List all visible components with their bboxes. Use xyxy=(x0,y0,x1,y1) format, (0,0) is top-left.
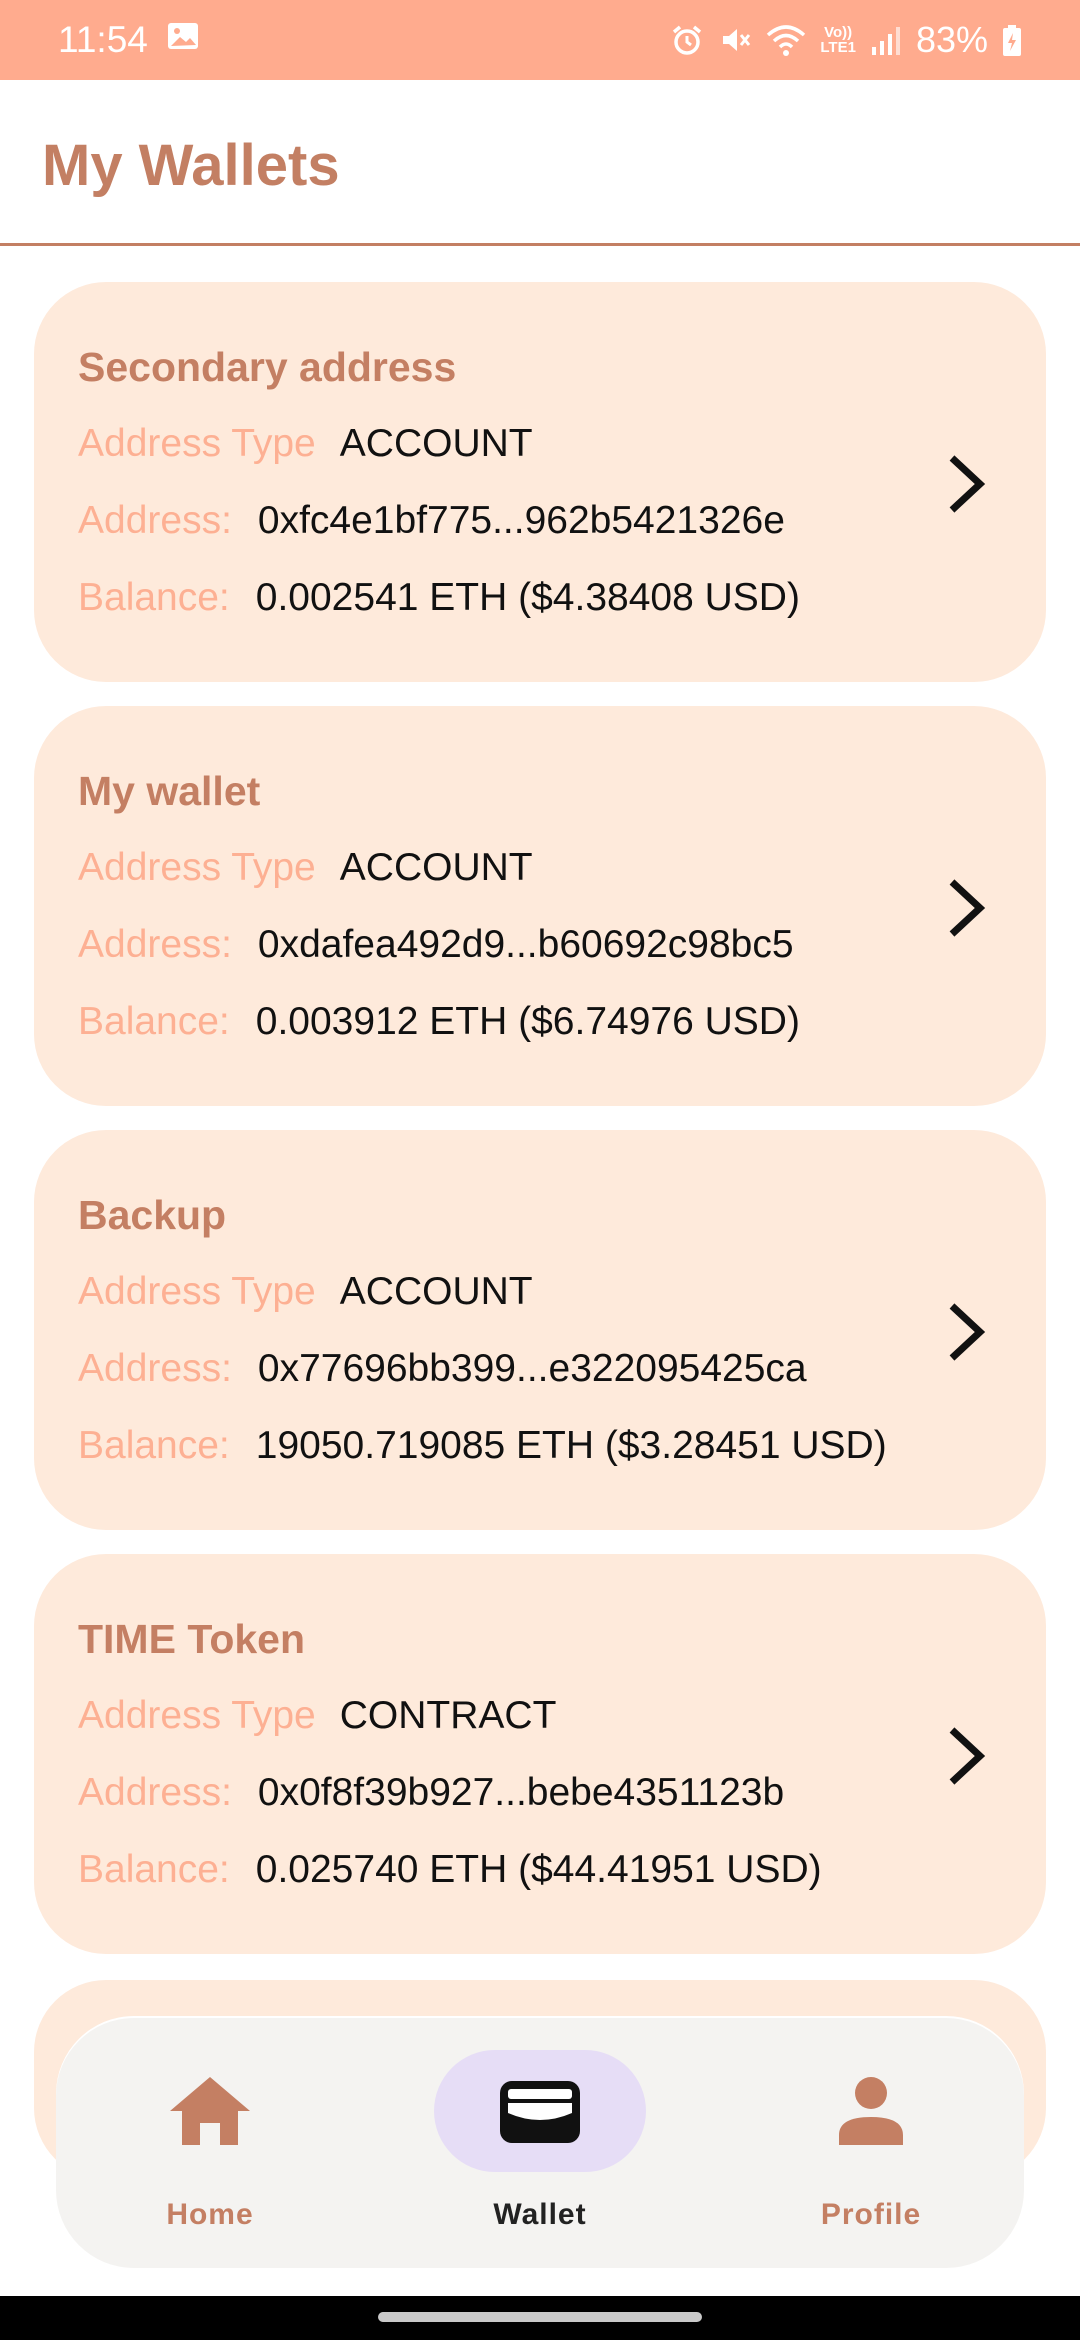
wallet-icon xyxy=(434,2050,646,2172)
address-value: 0xfc4e1bf775...962b5421326e xyxy=(257,499,785,542)
address-value: 0x0f8f39b927...bebe4351123b xyxy=(257,1771,785,1814)
battery-charging-icon xyxy=(1002,23,1022,57)
wifi-icon xyxy=(766,23,806,57)
balance-row: Balance: 0.002541 ETH ($4.38408 USD) xyxy=(78,576,800,620)
balance-value: 0.002541 ETH ($4.38408 USD) xyxy=(255,576,800,619)
chevron-right-icon[interactable] xyxy=(940,452,990,516)
person-icon xyxy=(765,2050,977,2172)
bottom-navigation: Home Wallet Profile xyxy=(56,2018,1024,2268)
nav-label-wallet: Wallet xyxy=(493,2198,587,2231)
address-label: Address: xyxy=(78,1347,232,1390)
gesture-handle[interactable] xyxy=(378,2312,702,2322)
nav-label-home: Home xyxy=(166,2198,254,2231)
balance-label: Balance: xyxy=(78,576,230,619)
nav-item-home[interactable]: Home xyxy=(95,2018,325,2268)
wallet-name: Secondary address xyxy=(78,344,457,390)
address-type-label: Address Type xyxy=(78,846,316,889)
balance-value: 19050.719085 ETH ($3.28451 USD) xyxy=(255,1424,887,1467)
address-type-value: ACCOUNT xyxy=(339,1270,533,1313)
wallet-name: Backup xyxy=(78,1192,227,1238)
nav-item-profile[interactable]: Profile xyxy=(756,2018,986,2268)
address-row: Address: 0xfc4e1bf775...962b5421326e xyxy=(78,499,785,543)
wallet-card[interactable]: TIME Token Address Type CONTRACT Address:… xyxy=(34,1554,1046,1954)
wallet-name: My wallet xyxy=(78,768,261,814)
address-type-label: Address Type xyxy=(78,1694,316,1737)
wallet-card[interactable]: Secondary address Address Type ACCOUNT Ad… xyxy=(34,282,1046,682)
wallet-name: TIME Token xyxy=(78,1616,306,1662)
network-type: Vo)) LTE1 xyxy=(820,24,856,56)
address-type-row: Address Type CONTRACT xyxy=(78,1694,556,1738)
status-time: 11:54 xyxy=(58,19,148,60)
image-icon xyxy=(166,19,200,62)
balance-row: Balance: 0.003912 ETH ($6.74976 USD) xyxy=(78,1000,800,1044)
address-row: Address: 0x0f8f39b927...bebe4351123b xyxy=(78,1771,784,1815)
balance-value: 0.003912 ETH ($6.74976 USD) xyxy=(255,1000,800,1043)
wallet-card[interactable]: Backup Address Type ACCOUNT Address: 0x776… xyxy=(34,1130,1046,1530)
app-header: My Wallets xyxy=(0,80,1080,246)
address-type-value: ACCOUNT xyxy=(339,846,533,889)
chevron-right-icon[interactable] xyxy=(940,1300,990,1364)
page-title: My Wallets xyxy=(42,133,340,198)
status-bar: 11:54 Vo)) LTE1 83% xyxy=(0,0,1080,80)
nav-label-profile: Profile xyxy=(820,2198,922,2231)
chevron-right-icon[interactable] xyxy=(940,1724,990,1788)
balance-value: 0.025740 ETH ($44.41951 USD) xyxy=(255,1848,822,1891)
address-row: Address: 0xdafea492d9...b60692c98bc5 xyxy=(78,923,794,967)
address-type-value: CONTRACT xyxy=(339,1694,557,1737)
address-type-row: Address Type ACCOUNT xyxy=(78,1270,533,1314)
address-label: Address: xyxy=(78,923,232,966)
address-row: Address: 0x77696bb399...e322095425ca xyxy=(78,1347,807,1391)
address-label: Address: xyxy=(78,499,232,542)
balance-label: Balance: xyxy=(78,1000,230,1043)
balance-label: Balance: xyxy=(78,1424,230,1467)
address-type-label: Address Type xyxy=(78,1270,316,1313)
alarm-icon xyxy=(670,23,704,57)
nav-item-wallet[interactable]: Wallet xyxy=(425,2018,655,2268)
balance-label: Balance: xyxy=(78,1848,230,1891)
home-icon xyxy=(104,2050,316,2172)
battery-text: 83% xyxy=(915,19,988,60)
signal-icon xyxy=(870,23,902,57)
balance-row: Balance: 0.025740 ETH ($44.41951 USD) xyxy=(78,1848,822,1892)
address-label: Address: xyxy=(78,1771,232,1814)
address-type-label: Address Type xyxy=(78,422,316,465)
address-value: 0x77696bb399...e322095425ca xyxy=(257,1347,807,1390)
address-type-value: ACCOUNT xyxy=(339,422,533,465)
balance-row: Balance: 19050.719085 ETH ($3.28451 USD) xyxy=(78,1424,887,1468)
chevron-right-icon[interactable] xyxy=(940,876,990,940)
address-value: 0xdafea492d9...b60692c98bc5 xyxy=(257,923,794,966)
address-type-row: Address Type ACCOUNT xyxy=(78,846,533,890)
wallet-card[interactable]: My wallet Address Type ACCOUNT Address: 0x… xyxy=(34,706,1046,1106)
mute-icon xyxy=(718,23,752,57)
system-navigation-bar xyxy=(0,2296,1080,2340)
address-type-row: Address Type ACCOUNT xyxy=(78,422,533,466)
